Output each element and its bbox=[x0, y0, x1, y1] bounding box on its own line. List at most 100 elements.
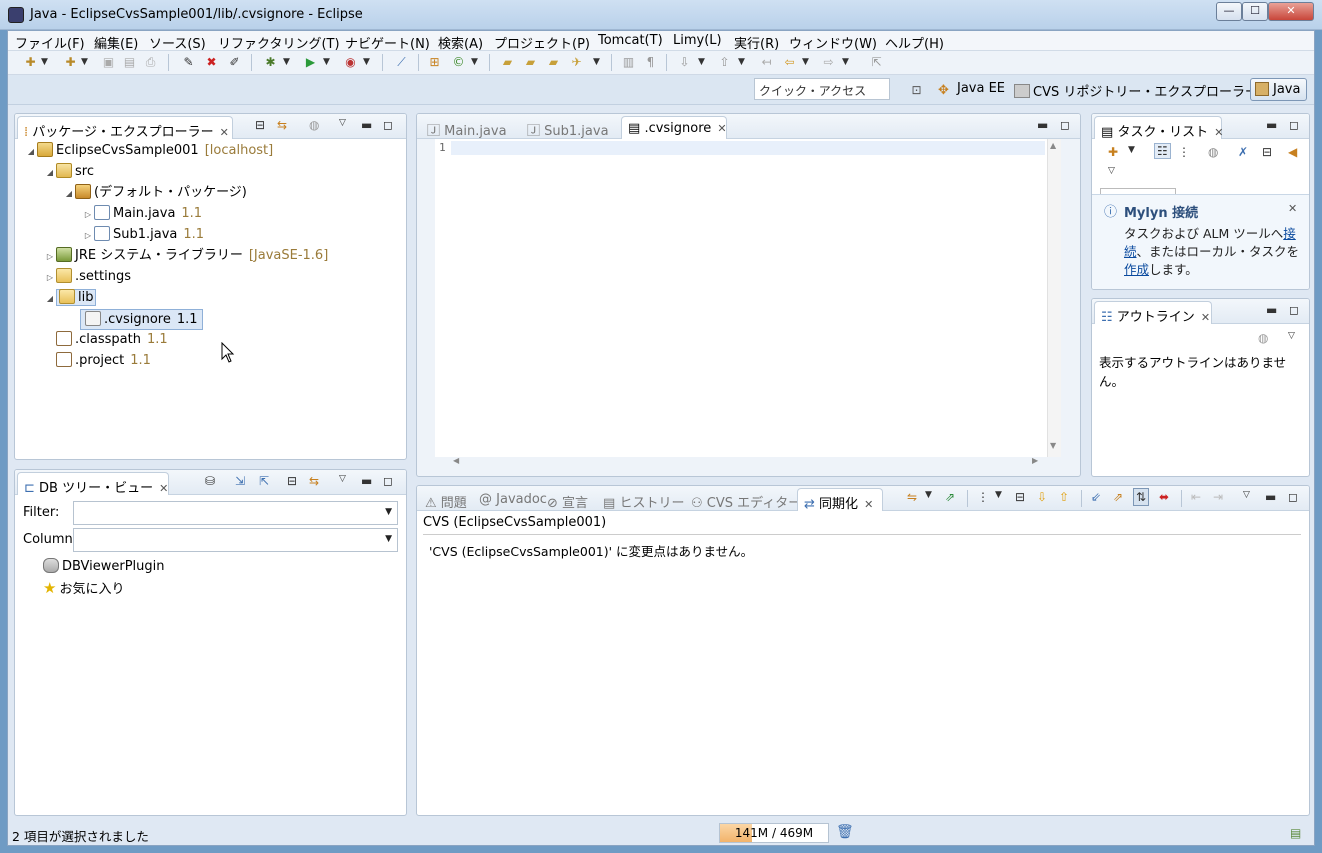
hide-completed-icon[interactable]: ✗ bbox=[1238, 145, 1248, 159]
maximize-view-icon[interactable]: ◻ bbox=[1289, 303, 1299, 317]
tree-project-row[interactable]: ◢ EclipseCvsSample001 [localhost] bbox=[25, 141, 273, 161]
maximize-view-icon[interactable]: ◻ bbox=[383, 474, 393, 488]
outgoing-mode-icon[interactable]: ⇗ bbox=[1113, 490, 1123, 504]
new-icon[interactable]: ✚ bbox=[22, 54, 39, 71]
collapse-all-icon[interactable]: ⊟ bbox=[1015, 490, 1025, 504]
chevron-down-icon[interactable]: ▼ bbox=[322, 54, 331, 71]
chevron-down-icon[interactable]: ▼ bbox=[841, 54, 850, 71]
create-link[interactable]: 作成 bbox=[1124, 262, 1149, 277]
scroll-up-icon[interactable]: ▲ bbox=[1050, 141, 1056, 150]
tree-main-java-row[interactable]: ▷ Main.java 1.1 bbox=[82, 204, 202, 224]
minimize-button[interactable]: — bbox=[1216, 2, 1242, 21]
focus-icon[interactable]: ◍ bbox=[1208, 145, 1218, 159]
toggle-icon[interactable]: ⟋ bbox=[393, 54, 410, 71]
link-with-editor-icon[interactable]: ⇆ bbox=[277, 118, 287, 132]
tab-cvs-editors[interactable]: ⚇ CVS エディター bbox=[685, 488, 807, 511]
chevron-down-icon[interactable]: ▼ bbox=[1128, 145, 1135, 155]
chevron-down-icon[interactable]: ▼ bbox=[40, 54, 49, 71]
conflicts-mode-icon[interactable]: ⬌ bbox=[1159, 490, 1169, 504]
maximize-view-icon[interactable]: ◻ bbox=[383, 118, 393, 132]
link-icon[interactable]: ◀ bbox=[1288, 145, 1297, 159]
editor-tab-main-java[interactable]: 🄹 Main.java bbox=[421, 116, 513, 139]
view-menu-icon[interactable]: ▽ bbox=[339, 474, 346, 484]
show-whitespace-icon[interactable]: ¶ bbox=[642, 54, 659, 71]
focus-task-icon[interactable]: ◍ bbox=[309, 118, 319, 132]
minimize-view-icon[interactable]: ▬ bbox=[361, 474, 372, 488]
next-annotation-icon[interactable]: ⇩ bbox=[676, 54, 693, 71]
chevron-down-icon[interactable]: ▼ bbox=[697, 54, 706, 71]
database-icon[interactable]: ⛁ bbox=[205, 474, 215, 488]
previous-difference-icon[interactable]: ⇧ bbox=[1059, 490, 1069, 504]
menu-help[interactable]: ヘルプ(H) bbox=[885, 33, 944, 52]
menu-tomcat[interactable]: Tomcat(T) bbox=[598, 33, 663, 48]
save-icon[interactable]: ▣ bbox=[100, 54, 117, 71]
incoming-mode-icon[interactable]: ⇙ bbox=[1091, 490, 1101, 504]
pin-editor-icon[interactable]: ⇱ bbox=[868, 54, 885, 71]
tree-classpath-row[interactable]: .classpath 1.1 bbox=[56, 330, 168, 350]
chevron-down-icon[interactable]: ▼ bbox=[282, 54, 291, 71]
db-tree-item-plugin[interactable]: DBViewerPlugin bbox=[43, 557, 165, 577]
new-task-icon[interactable]: ✚ bbox=[1108, 145, 1118, 159]
tree-sub1-java-row[interactable]: ▷ Sub1.java 1.1 bbox=[82, 225, 204, 245]
save-all-icon[interactable]: ▤ bbox=[121, 54, 138, 71]
synchronize-icon[interactable]: ⇋ bbox=[907, 490, 917, 504]
tree-jre-row[interactable]: ▷ JRE システム・ライブラリー [JavaSE-1.6] bbox=[44, 246, 328, 266]
chevron-down-icon[interactable]: ▼ bbox=[925, 490, 932, 500]
close-icon[interactable]: ✕ bbox=[1214, 126, 1223, 139]
tree-default-package-row[interactable]: ◢ (デフォルト・パッケージ) bbox=[63, 183, 247, 203]
scheduled-icon[interactable]: ⋮ bbox=[1178, 145, 1190, 159]
close-window-button[interactable]: ✕ bbox=[1268, 2, 1314, 21]
quick-access-input[interactable]: クイック・アクセス bbox=[754, 78, 890, 100]
open-perspective-icon[interactable]: ⊡ bbox=[908, 82, 925, 99]
open-resource-icon[interactable]: ▰ bbox=[522, 54, 539, 71]
view-menu-icon[interactable]: ▽ bbox=[1288, 331, 1295, 341]
open-type-icon[interactable]: ▰ bbox=[499, 54, 516, 71]
tree-cvsignore-row[interactable]: .cvsignore 1.1 bbox=[80, 309, 203, 330]
tab-history[interactable]: ▤ ヒストリー bbox=[597, 488, 690, 511]
minimize-view-icon[interactable]: ▬ bbox=[361, 118, 372, 132]
minimize-view-icon[interactable]: ▬ bbox=[1266, 118, 1277, 132]
minimize-view-icon[interactable]: ▬ bbox=[1037, 118, 1048, 132]
collapse-all-icon[interactable]: ⊟ bbox=[1262, 145, 1272, 159]
new-java-project-icon[interactable]: ⊞ bbox=[426, 54, 443, 71]
tree-src-row[interactable]: ◢ src bbox=[44, 162, 94, 182]
categorized-icon[interactable]: ☷ bbox=[1154, 143, 1171, 159]
maximize-view-icon[interactable]: ◻ bbox=[1289, 118, 1299, 132]
view-menu-icon[interactable]: ▽ bbox=[339, 118, 346, 128]
editor-tab-sub1-java[interactable]: 🄹 Sub1.java bbox=[521, 116, 615, 139]
tab-task-list[interactable]: ▤ タスク・リスト ✕ bbox=[1094, 116, 1223, 140]
editor-tab-cvsignore[interactable]: ▤ .cvsignore ✕ bbox=[621, 116, 727, 139]
tree-settings-row[interactable]: ▷ .settings bbox=[44, 267, 131, 287]
close-icon[interactable]: ✕ bbox=[1288, 202, 1297, 215]
garbage-collect-icon[interactable]: 🗑 bbox=[836, 824, 854, 840]
menu-navigate[interactable]: ナビゲート(N) bbox=[345, 33, 430, 52]
collapse-all-icon[interactable]: ⊟ bbox=[287, 474, 297, 488]
progress-icon[interactable]: ▤ bbox=[1290, 826, 1301, 840]
tab-problems[interactable]: ⚠ 問題 bbox=[419, 488, 473, 511]
open-folder-icon[interactable]: ▰ bbox=[545, 54, 562, 71]
last-edit-icon[interactable]: ↤ bbox=[758, 54, 775, 71]
export-icon[interactable]: ⇱ bbox=[259, 474, 269, 488]
tab-db-tree[interactable]: ⊏ DB ツリー・ビュー ✕ bbox=[17, 472, 169, 496]
chevron-down-icon[interactable]: ▼ bbox=[737, 54, 746, 71]
chevron-down-icon[interactable]: ▼ bbox=[592, 54, 601, 71]
toggle-mark-icon[interactable]: ▥ bbox=[620, 54, 637, 71]
maximize-view-icon[interactable]: ◻ bbox=[1288, 490, 1298, 504]
tree-project-file-row[interactable]: .project 1.1 bbox=[56, 351, 151, 371]
close-icon[interactable]: ✕ bbox=[220, 126, 229, 139]
incoming-outgoing-mode-icon[interactable]: ⇅ bbox=[1133, 488, 1150, 506]
horizontal-scrollbar[interactable] bbox=[451, 457, 1047, 471]
new-class-icon[interactable]: © bbox=[450, 54, 467, 71]
run-icon[interactable]: ▶ bbox=[302, 54, 319, 71]
editor-text-area[interactable]: 1 ▲ ▼ bbox=[435, 139, 1061, 457]
scroll-left-icon[interactable]: ◀ bbox=[453, 456, 459, 465]
debug-tool-icon[interactable]: ✐ bbox=[226, 54, 243, 71]
debug-icon[interactable]: ✱ bbox=[262, 54, 279, 71]
close-icon[interactable]: ✕ bbox=[1201, 311, 1210, 324]
chevron-down-icon[interactable]: ▼ bbox=[801, 54, 810, 71]
menu-source[interactable]: ソース(S) bbox=[149, 33, 206, 52]
scroll-down-icon[interactable]: ▼ bbox=[1050, 441, 1056, 450]
prev-annotation-icon[interactable]: ⇧ bbox=[716, 54, 733, 71]
vertical-scrollbar[interactable]: ▲ ▼ bbox=[1047, 139, 1061, 457]
print-icon[interactable]: ⎙ bbox=[142, 54, 159, 71]
